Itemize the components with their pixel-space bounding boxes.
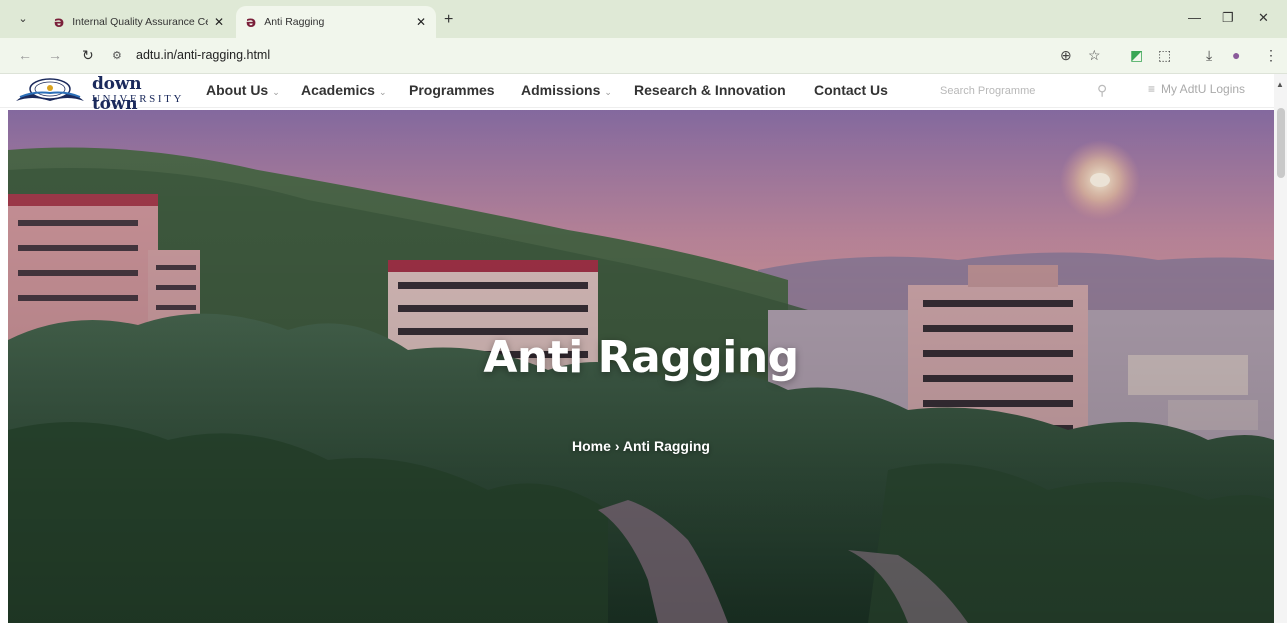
- browser-tab-bar: ⌄ ə Internal Quality Assurance Cell ✕ ə …: [0, 0, 1287, 38]
- menu-icon: ≡: [1148, 82, 1156, 96]
- nav-programmes[interactable]: Programmes: [409, 82, 495, 98]
- nav-about-us[interactable]: About Us ⌄: [206, 82, 280, 98]
- search-programme-input[interactable]: [930, 78, 1115, 104]
- close-window-icon[interactable]: ✕: [1258, 10, 1269, 26]
- tab-title: Anti Ragging: [264, 16, 325, 28]
- nav-admissions[interactable]: Admissions ⌄: [521, 82, 612, 98]
- tab-close-icon[interactable]: ✕: [416, 15, 426, 29]
- nav-contact-us[interactable]: Contact Us: [814, 82, 888, 98]
- tab-close-icon[interactable]: ✕: [214, 15, 224, 29]
- nav-label: Admissions: [521, 82, 601, 98]
- breadcrumb: Home › Anti Ragging: [8, 438, 1274, 454]
- adtu-favicon-icon: ə: [54, 12, 65, 31]
- browser-tab-iqac[interactable]: ə Internal Quality Assurance Cell ✕: [44, 6, 234, 38]
- adtu-favicon-icon: ə: [246, 12, 257, 31]
- breadcrumb-home-link[interactable]: Home: [572, 438, 611, 454]
- profile-avatar-icon[interactable]: ●: [1232, 47, 1240, 63]
- extensions-puzzle-icon[interactable]: ⬚: [1158, 47, 1171, 64]
- bookmark-star-icon[interactable]: ☆: [1088, 47, 1101, 64]
- chevron-down-icon: ⌄: [272, 87, 280, 97]
- breadcrumb-current: Anti Ragging: [622, 438, 710, 454]
- nav-label: Contact Us: [814, 82, 888, 98]
- download-icon[interactable]: ⤓: [1206, 47, 1212, 64]
- logo-text-bottom: UNIVERSITY: [92, 93, 184, 105]
- nav-academics[interactable]: Academics ⌄: [301, 82, 386, 98]
- tab-search-dropdown-icon[interactable]: ⌄: [14, 10, 32, 28]
- browser-toolbar: ← → ↻ ⚙ adtu.in/anti-ragging.html ⊕ ☆ ◩ …: [0, 38, 1287, 74]
- chevron-down-icon: ⌄: [604, 87, 612, 97]
- reload-icon[interactable]: ↻: [82, 47, 94, 64]
- address-bar[interactable]: adtu.in/anti-ragging.html: [136, 48, 270, 62]
- forward-icon[interactable]: →: [48, 47, 62, 63]
- logins-label: My AdtU Logins: [1161, 82, 1246, 96]
- chevron-down-icon: ⌄: [378, 87, 387, 97]
- nav-label: Academics: [301, 82, 375, 98]
- new-tab-button[interactable]: +: [444, 11, 453, 29]
- site-info-icon[interactable]: ⚙: [112, 49, 122, 62]
- minimize-icon[interactable]: —: [1188, 10, 1201, 25]
- scroll-up-arrow-icon[interactable]: ▲: [1276, 80, 1284, 89]
- breadcrumb-separator: ›: [614, 438, 620, 454]
- extension-icon[interactable]: ◩: [1130, 47, 1143, 64]
- more-menu-icon[interactable]: ⋮: [1264, 47, 1278, 64]
- nav-research-innovation[interactable]: Research & Innovation: [634, 82, 786, 98]
- page-title: Anti Ragging: [483, 332, 799, 383]
- search-icon[interactable]: ⚲: [1097, 82, 1107, 99]
- hero-banner: Anti Ragging Home › Anti Ragging: [8, 110, 1274, 623]
- tab-title: Internal Quality Assurance Cell: [72, 16, 208, 28]
- nav-label: Research & Innovation: [634, 82, 786, 98]
- my-adtu-logins-button[interactable]: ≡ My AdtU Logins: [1148, 82, 1245, 96]
- site-header: down town UNIVERSITY About Us ⌄ Academics…: [0, 74, 1287, 114]
- university-logo[interactable]: down town UNIVERSITY: [14, 74, 189, 114]
- maximize-icon[interactable]: ❐: [1222, 10, 1234, 26]
- nav-label: About Us: [206, 82, 269, 98]
- scrollbar-thumb[interactable]: [1277, 108, 1285, 178]
- logo-emblem-icon: [16, 78, 84, 101]
- back-icon[interactable]: ←: [18, 47, 32, 63]
- nav-label: Programmes: [409, 82, 495, 98]
- zoom-icon[interactable]: ⊕: [1060, 47, 1072, 64]
- browser-tab-anti-ragging[interactable]: ə Anti Ragging ✕: [236, 6, 436, 38]
